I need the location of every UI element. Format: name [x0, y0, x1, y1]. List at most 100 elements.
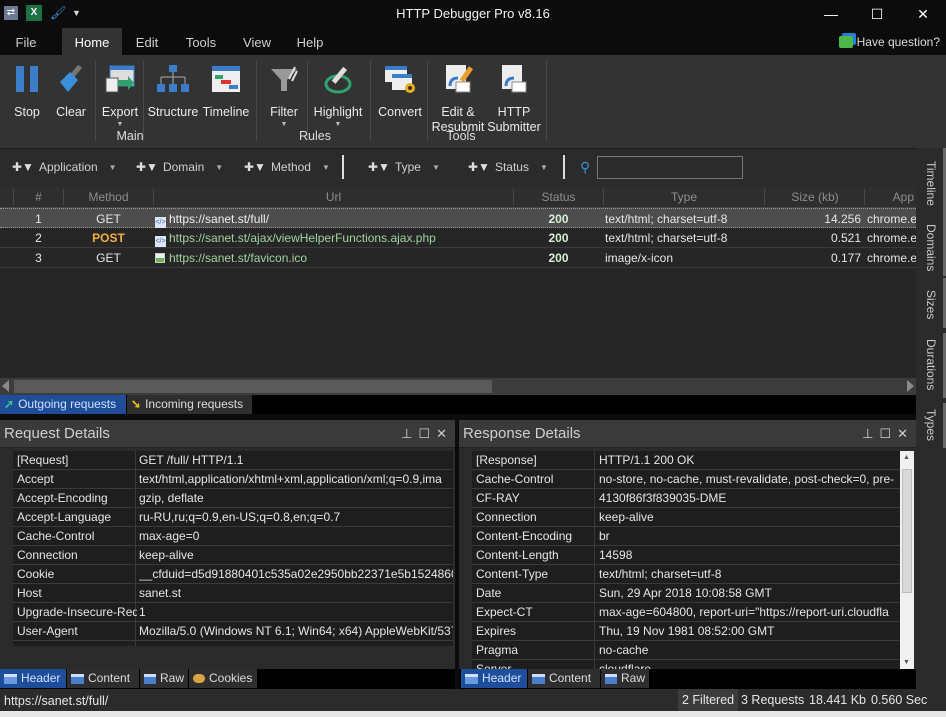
tab-request-content[interactable]: Content [67, 669, 139, 688]
scrollbar-thumb[interactable] [902, 469, 912, 593]
window-title: HTTP Debugger Pro v8.16 [396, 6, 550, 21]
header-row[interactable]: Content-Encoding br [472, 527, 900, 546]
col-type[interactable]: Type [604, 190, 764, 204]
menu-edit[interactable]: Edit [128, 28, 166, 55]
tab-request-cookies[interactable]: Cookies [189, 669, 257, 688]
cell-app: chrome.e [867, 251, 916, 265]
export-button[interactable]: Export ▼ [100, 61, 140, 130]
filter-application[interactable]: ✚▼ Application ▼ [12, 160, 117, 174]
tab-outgoing-requests[interactable]: ➚ Outgoing requests [0, 395, 126, 414]
structure-button[interactable]: Structure [146, 61, 200, 120]
header-key: Content-Length [476, 548, 559, 562]
export-label: Export [101, 105, 139, 119]
convert-label: Convert [378, 105, 422, 119]
header-row[interactable]: [Response] HTTP/1.1 200 OK [472, 451, 900, 470]
scrollbar-thumb[interactable] [14, 380, 492, 393]
header-row[interactable]: Accept-Language ru-RU,ru;q=0.9,en-US;q=0.… [13, 508, 453, 527]
edit-resubmit-button[interactable]: Edit & Resubmit [430, 61, 486, 135]
header-row[interactable]: Cookie __cfduid=d5d91880401c535a02e2950bb… [13, 565, 453, 584]
header-row[interactable]: CF-RAY 4130f86f3f839035-DME [472, 489, 900, 508]
header-row[interactable]: Expires Thu, 19 Nov 1981 08:52:00 GMT [472, 622, 900, 641]
header-row[interactable]: Expect-CT max-age=604800, report-uri="htt… [472, 603, 900, 622]
http-submitter-button[interactable]: HTTP Submitter [486, 61, 542, 135]
header-value: max-age=0 [139, 529, 200, 543]
tab-incoming-requests[interactable]: ➘ Incoming requests [127, 395, 252, 414]
scroll-up-icon[interactable]: ▲ [903, 454, 910, 461]
close-panel-icon[interactable]: ✕ [436, 426, 447, 442]
pin-icon[interactable]: ⊥ [401, 426, 412, 442]
menu-view[interactable]: View [238, 28, 276, 55]
table-row[interactable]: 3 GET https://sanet.st/favicon.ico 200 i… [0, 248, 916, 268]
header-row[interactable]: Cache-Control max-age=0 [13, 527, 453, 546]
header-row[interactable]: Accept-Encoding gzip, deflate [13, 489, 453, 508]
header-row[interactable]: Connection keep-alive [472, 508, 900, 527]
header-key: [Response] [476, 453, 537, 467]
filter-status[interactable]: ✚▼ Status ▼ [468, 160, 548, 174]
header-row[interactable]: Upgrade-Insecure-Req 1 [13, 603, 453, 622]
tab-response-raw[interactable]: Raw [601, 669, 649, 688]
vertical-scrollbar[interactable]: ▲ ▼ [900, 451, 914, 669]
highlight-button[interactable]: Highlight ▼ [310, 61, 366, 130]
status-filtered[interactable]: 2 Filtered [678, 689, 739, 711]
side-tab-sizes[interactable]: Sizes [916, 282, 946, 328]
header-row[interactable]: Pragma no-cache [472, 641, 900, 660]
status-requests: 3 Requests [741, 693, 805, 707]
pin-icon[interactable]: ⊥ [862, 426, 873, 442]
menu-help[interactable]: Help [290, 28, 330, 55]
filter-type[interactable]: ✚▼ Type ▼ [368, 160, 440, 174]
tab-label: Header [21, 671, 61, 685]
maximize-button[interactable]: ☐ [854, 0, 900, 28]
side-tab-types[interactable]: Types [916, 402, 946, 448]
filter-button[interactable]: Filter ▼ [264, 61, 304, 130]
header-row[interactable]: Host sanet.st [13, 584, 453, 603]
minimize-button[interactable]: — [808, 0, 854, 28]
filter-method[interactable]: ✚▼ Method ▼ [244, 160, 330, 174]
have-question-link[interactable]: Have question? [838, 35, 940, 49]
col-status[interactable]: Status [514, 190, 603, 204]
header-row[interactable]: Content-Type text/html; charset=utf-8 [472, 565, 900, 584]
col-url[interactable]: Url [154, 190, 513, 204]
header-row[interactable]: Date Sun, 29 Apr 2018 10:08:58 GMT [472, 584, 900, 603]
menu-file[interactable]: File [6, 28, 46, 55]
side-tab-durations[interactable]: Durations [916, 334, 946, 396]
horizontal-scrollbar[interactable] [0, 378, 916, 395]
side-tab-domains[interactable]: Domains [916, 218, 946, 278]
col-size[interactable]: Size (kb) [765, 190, 865, 204]
scroll-left-icon[interactable] [2, 380, 9, 392]
side-tab-timeline[interactable]: Timeline [916, 152, 946, 214]
status-size: 18.441 Kb [809, 693, 866, 707]
convert-button[interactable]: Convert [375, 61, 425, 120]
maximize-panel-icon[interactable]: ☐ [418, 426, 430, 442]
clear-button[interactable]: Clear [54, 61, 88, 120]
header-row[interactable]: Cache-Control no-store, no-cache, must-re… [472, 470, 900, 489]
col-number[interactable]: # [14, 190, 63, 204]
scroll-down-icon[interactable]: ▼ [903, 659, 910, 666]
col-method[interactable]: Method [64, 190, 153, 204]
header-value: cloudflare [599, 662, 652, 669]
menu-tools[interactable]: Tools [180, 28, 222, 55]
maximize-panel-icon[interactable]: ☐ [879, 426, 891, 442]
header-row[interactable]: Content-Length 14598 [472, 546, 900, 565]
tab-response-content[interactable]: Content [528, 669, 600, 688]
close-button[interactable]: ✕ [900, 0, 946, 28]
tab-request-raw[interactable]: Raw [140, 669, 188, 688]
table-row[interactable]: 1 GET </> https://sanet.st/full/ 200 text… [0, 208, 916, 228]
col-app[interactable]: App [865, 190, 916, 204]
header-row[interactable]: Accept text/html,application/xhtml+xml,ap… [13, 470, 453, 489]
filter-domain[interactable]: ✚▼ Domain ▼ [136, 160, 223, 174]
menu-home[interactable]: Home [62, 28, 122, 55]
timeline-button[interactable]: Timeline [201, 61, 251, 120]
header-row[interactable]: User-Agent Mozilla/5.0 (Windows NT 6.1; W… [13, 622, 453, 641]
header-row[interactable]: Server cloudflare [472, 660, 900, 669]
table-icon [532, 673, 545, 684]
table-row[interactable]: 2 POST </> https://sanet.st/ajax/viewHelp… [0, 228, 916, 248]
tab-request-header[interactable]: Header [0, 669, 66, 688]
close-panel-icon[interactable]: ✕ [897, 426, 908, 442]
scroll-right-icon[interactable] [907, 380, 914, 392]
tab-response-header[interactable]: Header [461, 669, 527, 688]
search-input[interactable] [597, 156, 743, 179]
header-row[interactable]: [Request] GET /full/ HTTP/1.1 [13, 451, 453, 470]
stop-button[interactable]: Stop [10, 61, 44, 120]
response-details-panel: Response Details ⊥ ☐ ✕ [Response] HTTP/1.1 … [459, 420, 916, 669]
header-row[interactable]: Connection keep-alive [13, 546, 453, 565]
